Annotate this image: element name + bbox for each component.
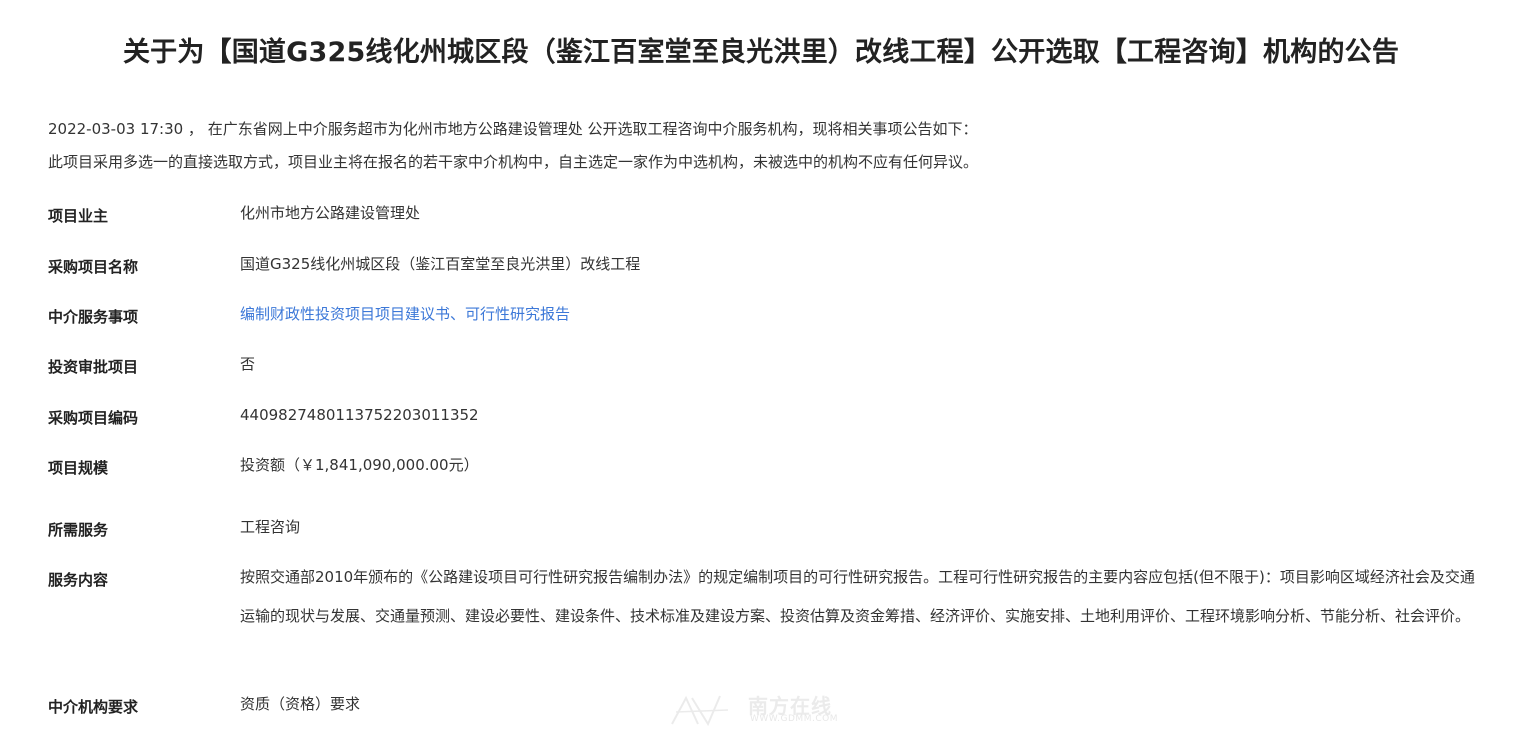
field-label: 项目规模	[48, 459, 109, 477]
field-value-owner: 化州市地方公路建设管理处	[240, 204, 421, 222]
field-value-scale: 投资额（￥1,841,090,000.00元）	[240, 456, 479, 474]
field-label: 采购项目名称	[48, 258, 139, 276]
field-value-service-content: 按照交通部2010年颁布的《公路建设项目可行性研究报告编制办法》的规定编制项目的…	[240, 568, 1475, 625]
page-title: 关于为【国道G325线化州城区段（鉴江百室堂至良光洪里）改线工程】公开选取【工程…	[122, 37, 1400, 68]
field-value-project-code: 44098274801137522030113​52	[240, 406, 479, 424]
watermark-logo-icon	[671, 695, 729, 727]
field-label: 投资审批项目	[48, 358, 139, 376]
service-item-link[interactable]: 编制财政性投资项目项目建议书、可行性研究报告	[240, 295, 1485, 334]
watermark-url: WWW.GDMM.COM	[750, 714, 838, 724]
field-label: 中介服务事项	[48, 308, 139, 326]
field-value-approval: 否	[240, 355, 256, 373]
intro-line-date: 2022-03-03 17:30 ， 在广东省网上中介服务超市为化州市地方公路建…	[48, 120, 978, 138]
field-label: 中介机构要求	[48, 698, 139, 716]
field-value-project-name: 国道G325线化州城区段（鉴江百室堂至良光洪里）改线工程	[240, 255, 641, 273]
field-label: 采购项目编码	[48, 409, 139, 427]
watermark: 南方在线 WWW.GDMM.COM	[668, 690, 868, 730]
field-label: 所需服务	[48, 521, 109, 539]
field-label: 服务内容	[48, 571, 109, 589]
field-label: 项目业主	[48, 207, 109, 225]
intro-line-method: 此项目采用多选一的直接选取方式，项目业主将在报名的若干家中介机构中，自主选定一家…	[48, 153, 979, 171]
field-value-required-service: 工程咨询	[240, 518, 301, 536]
